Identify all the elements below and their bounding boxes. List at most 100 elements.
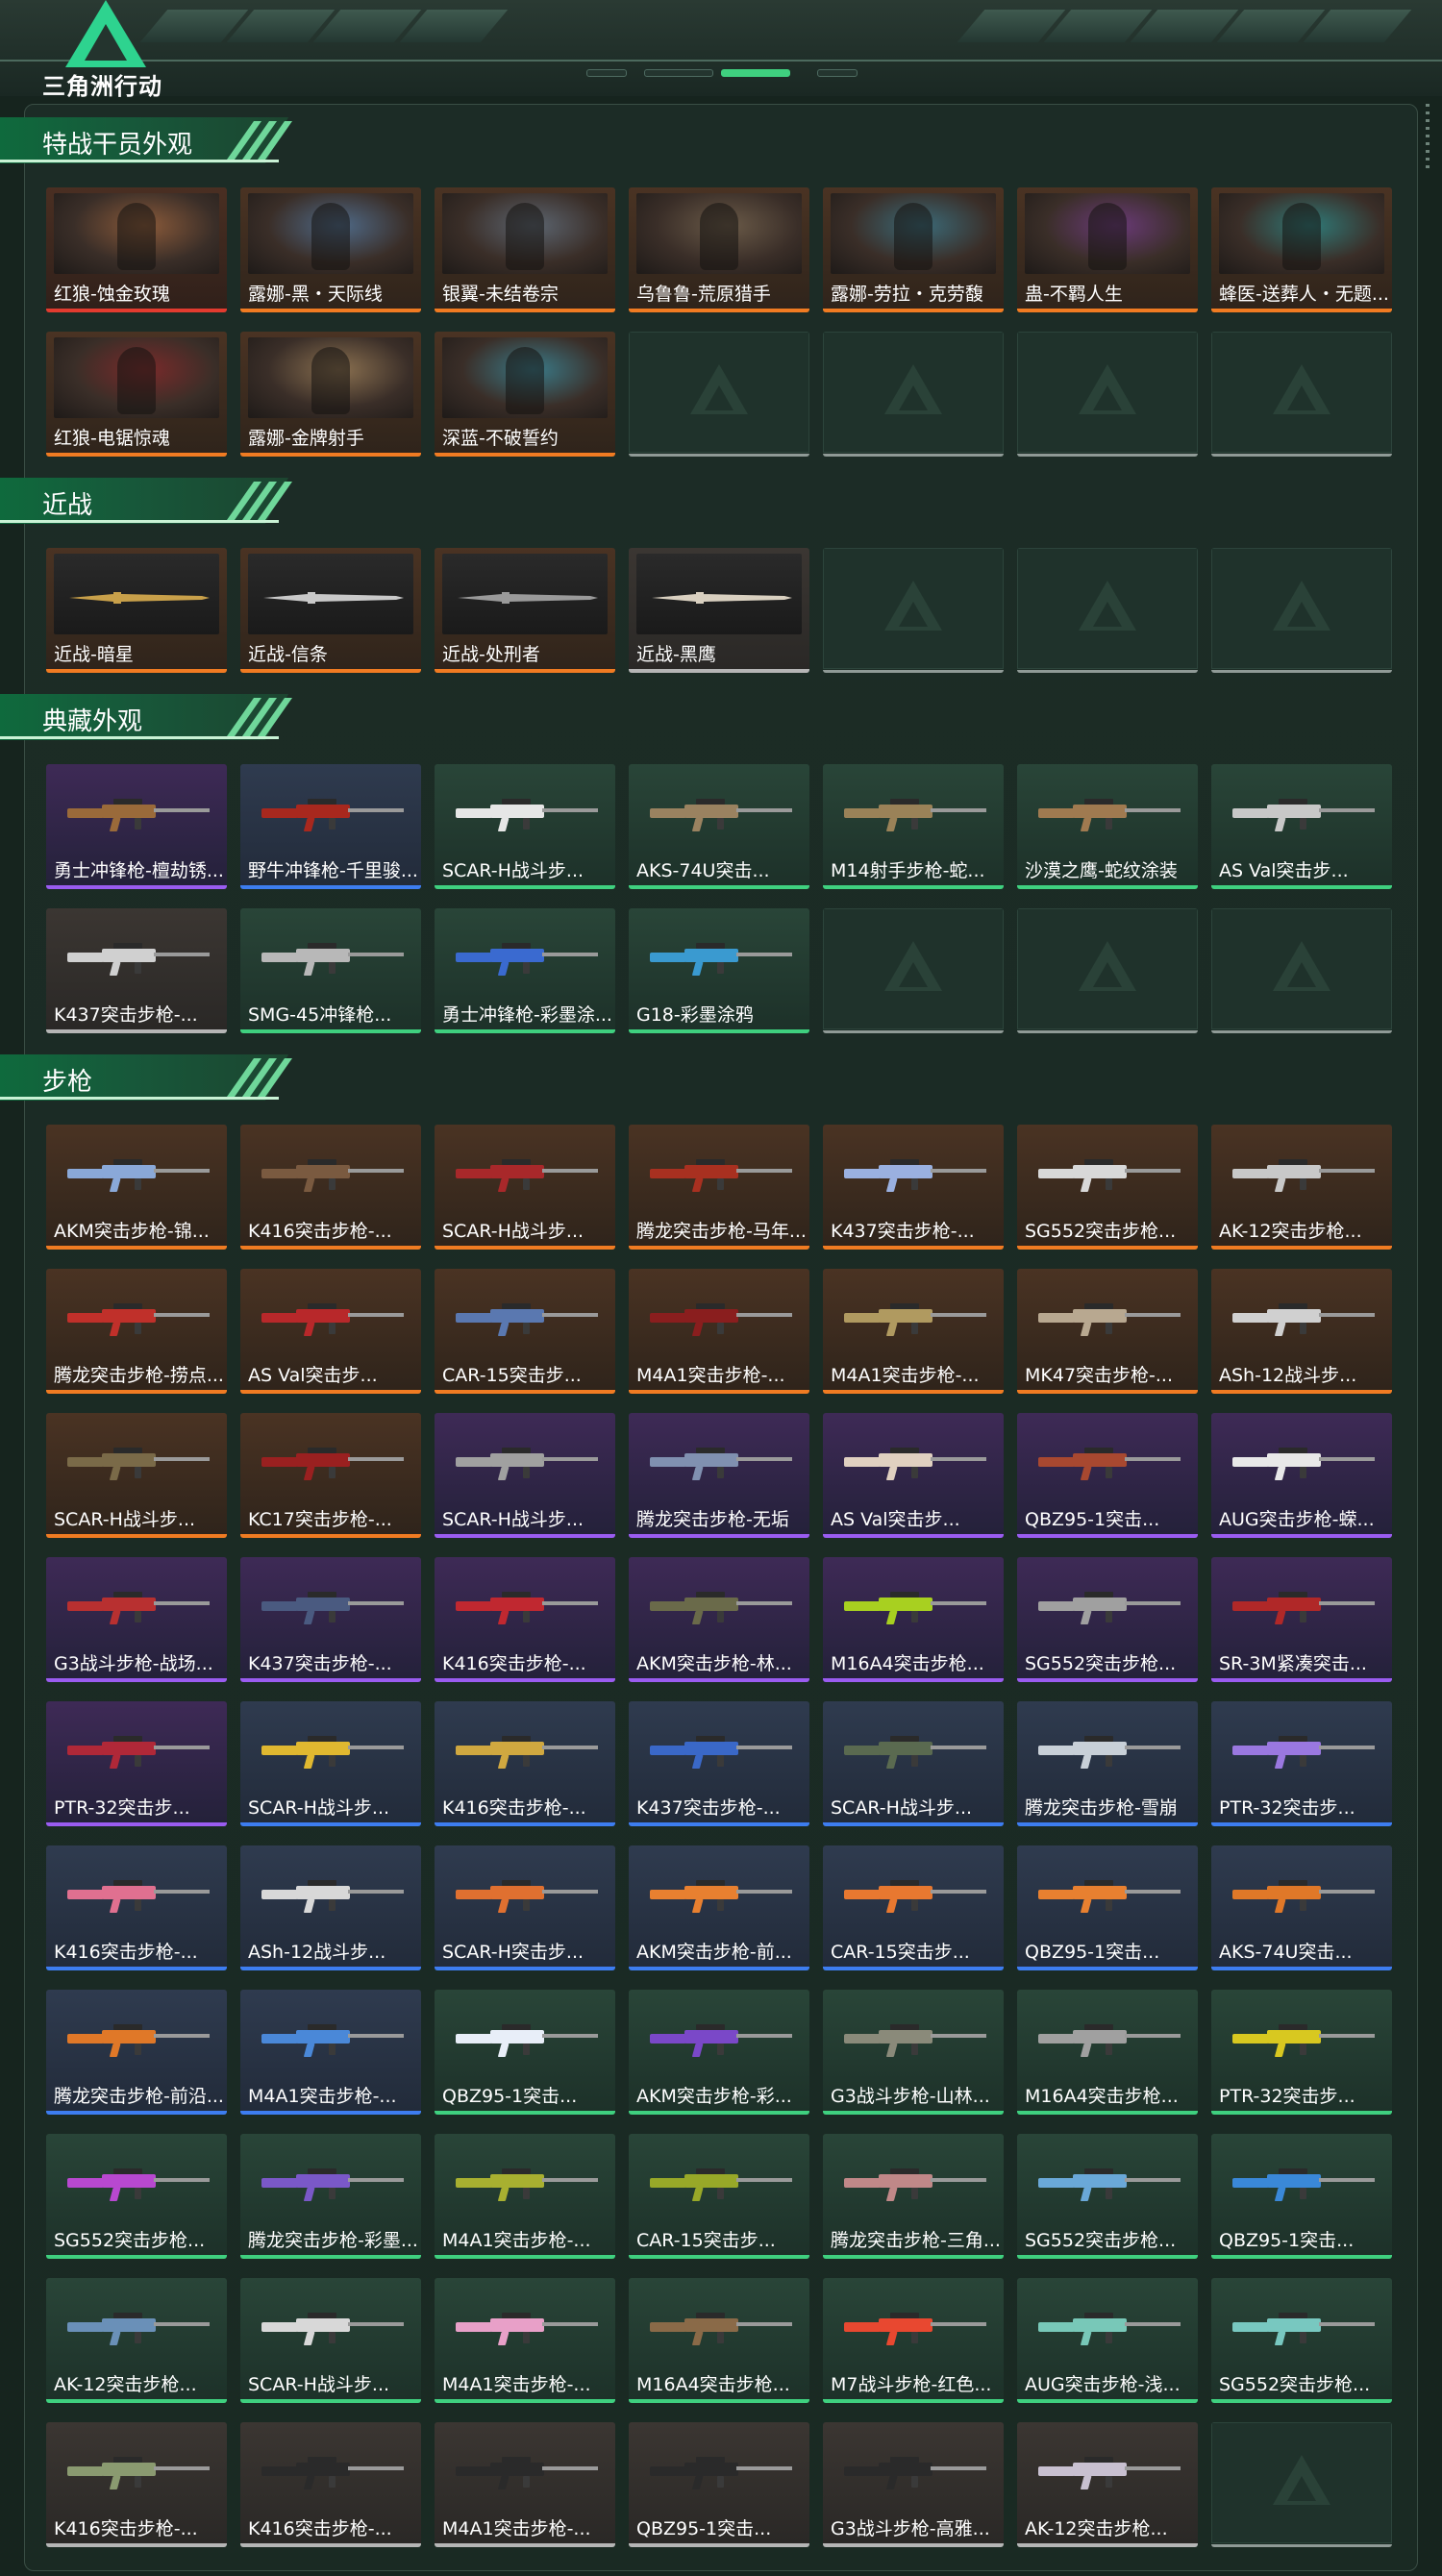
skin-card[interactable]: PTR-32突击步...: [1211, 1701, 1392, 1826]
skin-card[interactable]: AKM突击步枪-林...: [629, 1557, 809, 1682]
skin-card[interactable]: QBZ95-1突击...: [1017, 1413, 1198, 1538]
skin-card[interactable]: MK47突击步枪-...: [1017, 1269, 1198, 1394]
skin-card[interactable]: M7战斗步枪-红色...: [823, 2278, 1004, 2403]
page-dot-active[interactable]: [721, 69, 790, 77]
skin-card[interactable]: ASh-12战斗步...: [1211, 1269, 1392, 1394]
skin-thumbnail: [248, 554, 413, 634]
skin-card[interactable]: M16A4突击步枪...: [823, 1557, 1004, 1682]
skin-card[interactable]: 近战-处刑者: [435, 548, 615, 673]
skin-card[interactable]: SCAR-H战斗步...: [46, 1413, 227, 1538]
skin-card[interactable]: 近战-黑鹰: [629, 548, 809, 673]
skin-card[interactable]: AKS-74U突击...: [629, 764, 809, 889]
skin-card[interactable]: CAR-15突击步...: [823, 1845, 1004, 1970]
skin-card[interactable]: SCAR-H战斗步...: [435, 1125, 615, 1250]
skin-card[interactable]: 腾龙突击步枪-前沿...: [46, 1990, 227, 2115]
skin-card[interactable]: 露娜-劳拉・克劳馥: [823, 187, 1004, 312]
skin-card[interactable]: 腾龙突击步枪-雪崩: [1017, 1701, 1198, 1826]
skin-card[interactable]: SG552突击步枪...: [1017, 2134, 1198, 2259]
skin-card[interactable]: ASh-12战斗步...: [240, 1845, 421, 1970]
page-dot[interactable]: [586, 69, 627, 77]
skin-card[interactable]: K416突击步枪-...: [240, 1125, 421, 1250]
skin-card[interactable]: SCAR-H战斗步...: [240, 2278, 421, 2403]
skin-card[interactable]: 腾龙突击步枪-马年...: [629, 1125, 809, 1250]
skin-card[interactable]: M4A1突击步枪-...: [629, 1269, 809, 1394]
skin-card[interactable]: 腾龙突击步枪-无垢: [629, 1413, 809, 1538]
skin-card[interactable]: AKM突击步枪-锦...: [46, 1125, 227, 1250]
skin-card[interactable]: G18-彩墨涂鸦: [629, 908, 809, 1033]
skin-card[interactable]: G3战斗步枪-山林...: [823, 1990, 1004, 2115]
skin-card[interactable]: AS Val突击步...: [240, 1269, 421, 1394]
skin-card[interactable]: SG552突击步枪...: [1017, 1125, 1198, 1250]
skin-card[interactable]: M16A4突击步枪...: [1017, 1990, 1198, 2115]
skin-card[interactable]: QBZ95-1突击...: [629, 2422, 809, 2547]
skin-card[interactable]: M4A1突击步枪-...: [435, 2134, 615, 2259]
skin-card[interactable]: K416突击步枪-...: [435, 1557, 615, 1682]
skin-card[interactable]: PTR-32突击步...: [1211, 1990, 1392, 2115]
skin-card[interactable]: CAR-15突击步...: [435, 1269, 615, 1394]
skin-card[interactable]: K416突击步枪-...: [46, 2422, 227, 2547]
skin-card[interactable]: SCAR-H战斗步...: [435, 764, 615, 889]
skin-card[interactable]: M4A1突击步枪-...: [240, 1990, 421, 2115]
skin-card[interactable]: 露娜-黑・天际线: [240, 187, 421, 312]
skin-card[interactable]: AKM突击步枪-彩...: [629, 1990, 809, 2115]
skin-card[interactable]: SMG-45冲锋枪...: [240, 908, 421, 1033]
skin-card[interactable]: 红狼-电锯惊魂: [46, 332, 227, 457]
skin-card[interactable]: 蜂医-送葬人・无题...: [1211, 187, 1392, 312]
skin-card[interactable]: AK-12突击步枪...: [1211, 1125, 1392, 1250]
skin-card[interactable]: 腾龙突击步枪-捞点...: [46, 1269, 227, 1394]
skin-card[interactable]: 野牛冲锋枪-千里骏...: [240, 764, 421, 889]
skin-card[interactable]: SG552突击步枪...: [46, 2134, 227, 2259]
skin-card[interactable]: AK-12突击步枪...: [1017, 2422, 1198, 2547]
skin-card[interactable]: M16A4突击步枪...: [629, 2278, 809, 2403]
skin-card[interactable]: 乌鲁鲁-荒原猎手: [629, 187, 809, 312]
skin-card[interactable]: K416突击步枪-...: [46, 1845, 227, 1970]
skin-card[interactable]: K437突击步枪-...: [823, 1125, 1004, 1250]
skin-card[interactable]: G3战斗步枪-战场...: [46, 1557, 227, 1682]
skin-card[interactable]: AUG突击步枪-蝾...: [1211, 1413, 1392, 1538]
skin-card[interactable]: M4A1突击步枪-...: [823, 1269, 1004, 1394]
page-dot[interactable]: [644, 69, 713, 77]
page-dot[interactable]: [817, 69, 858, 77]
skin-card[interactable]: AKM突击步枪-前...: [629, 1845, 809, 1970]
skin-card[interactable]: M14射手步枪-蛇...: [823, 764, 1004, 889]
skin-card[interactable]: CAR-15突击步...: [629, 2134, 809, 2259]
skin-card[interactable]: SCAR-H突击步...: [435, 1845, 615, 1970]
skin-card[interactable]: K416突击步枪-...: [240, 2422, 421, 2547]
skin-card[interactable]: AS Val突击步...: [1211, 764, 1392, 889]
skin-card[interactable]: SCAR-H战斗步...: [823, 1701, 1004, 1826]
skin-card[interactable]: SG552突击步枪...: [1211, 2278, 1392, 2403]
skin-card[interactable]: PTR-32突击步...: [46, 1701, 227, 1826]
skin-card[interactable]: 沙漠之鹰-蛇纹涂装: [1017, 764, 1198, 889]
skin-card[interactable]: 露娜-金牌射手: [240, 332, 421, 457]
skin-card[interactable]: 近战-信条: [240, 548, 421, 673]
skin-card[interactable]: AK-12突击步枪...: [46, 2278, 227, 2403]
skin-card[interactable]: 深蓝-不破誓约: [435, 332, 615, 457]
skin-card[interactable]: SG552突击步枪...: [1017, 1557, 1198, 1682]
skin-card[interactable]: AUG突击步枪-浅...: [1017, 2278, 1198, 2403]
skin-card[interactable]: 勇士冲锋枪-檀劫锈...: [46, 764, 227, 889]
skin-card[interactable]: K437突击步枪-...: [240, 1557, 421, 1682]
skin-card[interactable]: K437突击步枪-...: [46, 908, 227, 1033]
skin-card[interactable]: QBZ95-1突击...: [1211, 2134, 1392, 2259]
skin-card[interactable]: K416突击步枪-...: [435, 1701, 615, 1826]
skin-card[interactable]: AS Val突击步...: [823, 1413, 1004, 1538]
skin-card[interactable]: 红狼-蚀金玫瑰: [46, 187, 227, 312]
skin-card[interactable]: 银翼-未结卷宗: [435, 187, 615, 312]
skin-card[interactable]: SR-3M紧凑突击...: [1211, 1557, 1392, 1682]
skin-card[interactable]: AKS-74U突击...: [1211, 1845, 1392, 1970]
skin-card[interactable]: 蛊-不羁人生: [1017, 187, 1198, 312]
skin-card[interactable]: 腾龙突击步枪-三角...: [823, 2134, 1004, 2259]
skin-card[interactable]: 腾龙突击步枪-彩墨...: [240, 2134, 421, 2259]
skin-card[interactable]: G3战斗步枪-高雅...: [823, 2422, 1004, 2547]
skin-card[interactable]: QBZ95-1突击...: [1017, 1845, 1198, 1970]
skin-card[interactable]: 勇士冲锋枪-彩墨涂...: [435, 908, 615, 1033]
scrollbar[interactable]: [1426, 104, 1430, 171]
skin-card[interactable]: M4A1突击步枪-...: [435, 2422, 615, 2547]
skin-card[interactable]: 近战-暗星: [46, 548, 227, 673]
skin-card[interactable]: K437突击步枪-...: [629, 1701, 809, 1826]
skin-card[interactable]: KC17突击步枪-...: [240, 1413, 421, 1538]
skin-card[interactable]: QBZ95-1突击...: [435, 1990, 615, 2115]
skin-card[interactable]: SCAR-H战斗步...: [435, 1413, 615, 1538]
skin-card[interactable]: M4A1突击步枪-...: [435, 2278, 615, 2403]
skin-card[interactable]: SCAR-H战斗步...: [240, 1701, 421, 1826]
